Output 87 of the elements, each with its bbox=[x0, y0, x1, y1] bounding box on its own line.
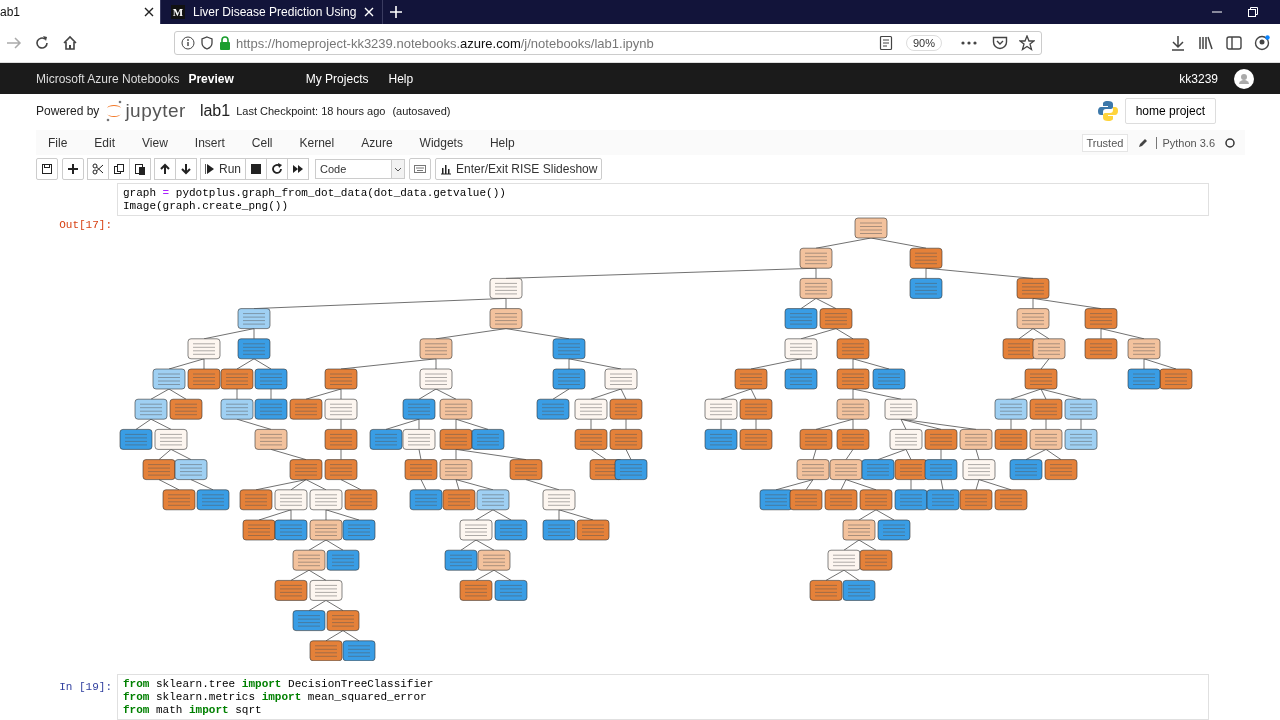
preview-label: Preview bbox=[188, 71, 234, 86]
menu-item[interactable]: Kernel bbox=[299, 135, 335, 150]
run-button[interactable]: Run bbox=[200, 158, 246, 180]
jupyter-logo-icon bbox=[105, 98, 124, 123]
chevron-down-icon bbox=[394, 166, 402, 172]
site-brand[interactable]: Microsoft Azure Notebooks bbox=[36, 71, 180, 86]
reader-view-icon[interactable] bbox=[878, 35, 893, 51]
menu-item[interactable]: Edit bbox=[94, 135, 116, 150]
copy-button[interactable] bbox=[108, 158, 130, 180]
avatar-icon[interactable] bbox=[1234, 68, 1254, 89]
keyboard-button[interactable] bbox=[409, 158, 431, 180]
keyboard-icon bbox=[414, 163, 426, 175]
site-logo: M bbox=[171, 5, 185, 19]
cut-icon bbox=[92, 163, 104, 175]
code-line: from sklearn.tree import DecisionTreeClassifier bbox=[123, 678, 435, 691]
notebook-name[interactable]: lab1 bbox=[199, 101, 231, 120]
nav-link[interactable]: My Projects bbox=[305, 71, 369, 86]
info-icon bbox=[181, 36, 195, 50]
jupyter-logo-text: jupyter bbox=[125, 99, 186, 122]
code-line: Image(graph.create_png()) bbox=[123, 200, 290, 213]
code-cell[interactable]: graph = pydotplus.graph_from_dot_data(dot_data.getvalue()) Image(graph.create_png()) bbox=[117, 183, 1209, 216]
tab-title: ab1 bbox=[0, 5, 22, 19]
shield-icon bbox=[200, 36, 214, 50]
bar-chart-icon bbox=[440, 163, 452, 175]
user-name[interactable]: kk3239 bbox=[1179, 71, 1218, 86]
restart-icon bbox=[271, 163, 283, 175]
restore-icon[interactable] bbox=[1248, 7, 1258, 17]
fast-forward-icon bbox=[292, 163, 304, 175]
add-cell-icon bbox=[67, 163, 79, 175]
kernel-name[interactable]: Python 3.6 bbox=[1156, 136, 1215, 149]
input-prompt: In [19]: bbox=[59, 681, 112, 693]
rise-slideshow-button[interactable]: Enter/Exit RISE Slideshow bbox=[435, 158, 603, 180]
cut-button[interactable] bbox=[87, 158, 109, 180]
project-button[interactable]: home project bbox=[1124, 97, 1216, 124]
tab-title: Liver Disease Prediction Using bbox=[193, 5, 357, 19]
restart-button[interactable] bbox=[266, 158, 288, 180]
pocket-icon[interactable] bbox=[992, 36, 1008, 50]
sidebar-icon[interactable] bbox=[1226, 35, 1242, 51]
menu-item[interactable]: Widgets bbox=[419, 135, 463, 150]
url-text: https://homeproject-kk3239.notebooks.azure.com/j/notebooks/lab1.ipynb bbox=[236, 35, 655, 51]
powered-by-label: Powered by bbox=[36, 103, 100, 118]
code-line: from math import sqrt bbox=[123, 704, 263, 717]
library-icon[interactable] bbox=[1198, 35, 1214, 51]
trusted-indicator[interactable]: Trusted bbox=[1081, 133, 1129, 152]
stop-icon bbox=[250, 163, 262, 175]
account-icon[interactable] bbox=[1254, 35, 1270, 51]
autosave-status: (autosaved) bbox=[392, 104, 451, 117]
more-icon[interactable] bbox=[961, 41, 977, 45]
menu-item[interactable]: Cell bbox=[251, 135, 273, 150]
code-cell[interactable]: from sklearn.tree import DecisionTreeClassifier from sklearn.metrics import mean_squared_error from math import sqrt bbox=[117, 674, 1209, 720]
checkpoint-status: Last Checkpoint: 18 hours ago bbox=[236, 104, 386, 117]
download-icon[interactable] bbox=[1170, 35, 1186, 51]
close-icon[interactable] bbox=[144, 7, 154, 17]
save-icon bbox=[41, 163, 53, 175]
add-cell-button[interactable] bbox=[62, 158, 84, 180]
move-up-button[interactable] bbox=[154, 158, 176, 180]
menu-item[interactable]: File bbox=[48, 135, 68, 150]
menu-item[interactable]: Help bbox=[489, 135, 515, 150]
code-line: from sklearn.metrics import mean_squared_error bbox=[123, 691, 428, 704]
paste-icon bbox=[134, 163, 146, 175]
nav-link[interactable]: Help bbox=[388, 71, 414, 86]
stop-button[interactable] bbox=[245, 158, 267, 180]
save-button[interactable] bbox=[36, 158, 58, 180]
home-icon[interactable] bbox=[62, 35, 78, 51]
step-icon bbox=[205, 163, 215, 175]
copy-icon bbox=[113, 163, 125, 175]
menu-item[interactable]: Insert bbox=[194, 135, 225, 150]
reload-icon[interactable] bbox=[34, 35, 50, 51]
star-icon[interactable] bbox=[1019, 35, 1035, 51]
menu-item[interactable]: View bbox=[142, 135, 168, 150]
lock-icon bbox=[219, 36, 231, 50]
output-prompt: Out[17]: bbox=[59, 219, 112, 231]
python-logo-icon bbox=[1096, 99, 1119, 122]
move-down-icon bbox=[180, 163, 192, 175]
kernel-idle-icon bbox=[1225, 137, 1235, 148]
code-line: graph = pydotplus.graph_from_dot_data(dot_data.getvalue()) bbox=[123, 187, 507, 200]
browser-tab[interactable]: ab1 bbox=[0, 0, 161, 24]
paste-button[interactable] bbox=[129, 158, 151, 180]
fast-forward-button[interactable] bbox=[287, 158, 309, 180]
new-tab-icon[interactable] bbox=[389, 5, 404, 19]
move-down-button[interactable] bbox=[175, 158, 197, 180]
browser-tab[interactable]: M Liver Disease Prediction Using bbox=[161, 0, 384, 24]
move-up-icon bbox=[159, 163, 171, 175]
cell-type-select[interactable]: Code bbox=[315, 159, 405, 179]
menu-item[interactable]: Azure bbox=[361, 135, 393, 150]
pencil-icon[interactable] bbox=[1138, 137, 1149, 148]
address-bar[interactable]: https://homeproject-kk3239.notebooks.azure.com/j/notebooks/lab1.ipynb 90% bbox=[174, 31, 1042, 55]
